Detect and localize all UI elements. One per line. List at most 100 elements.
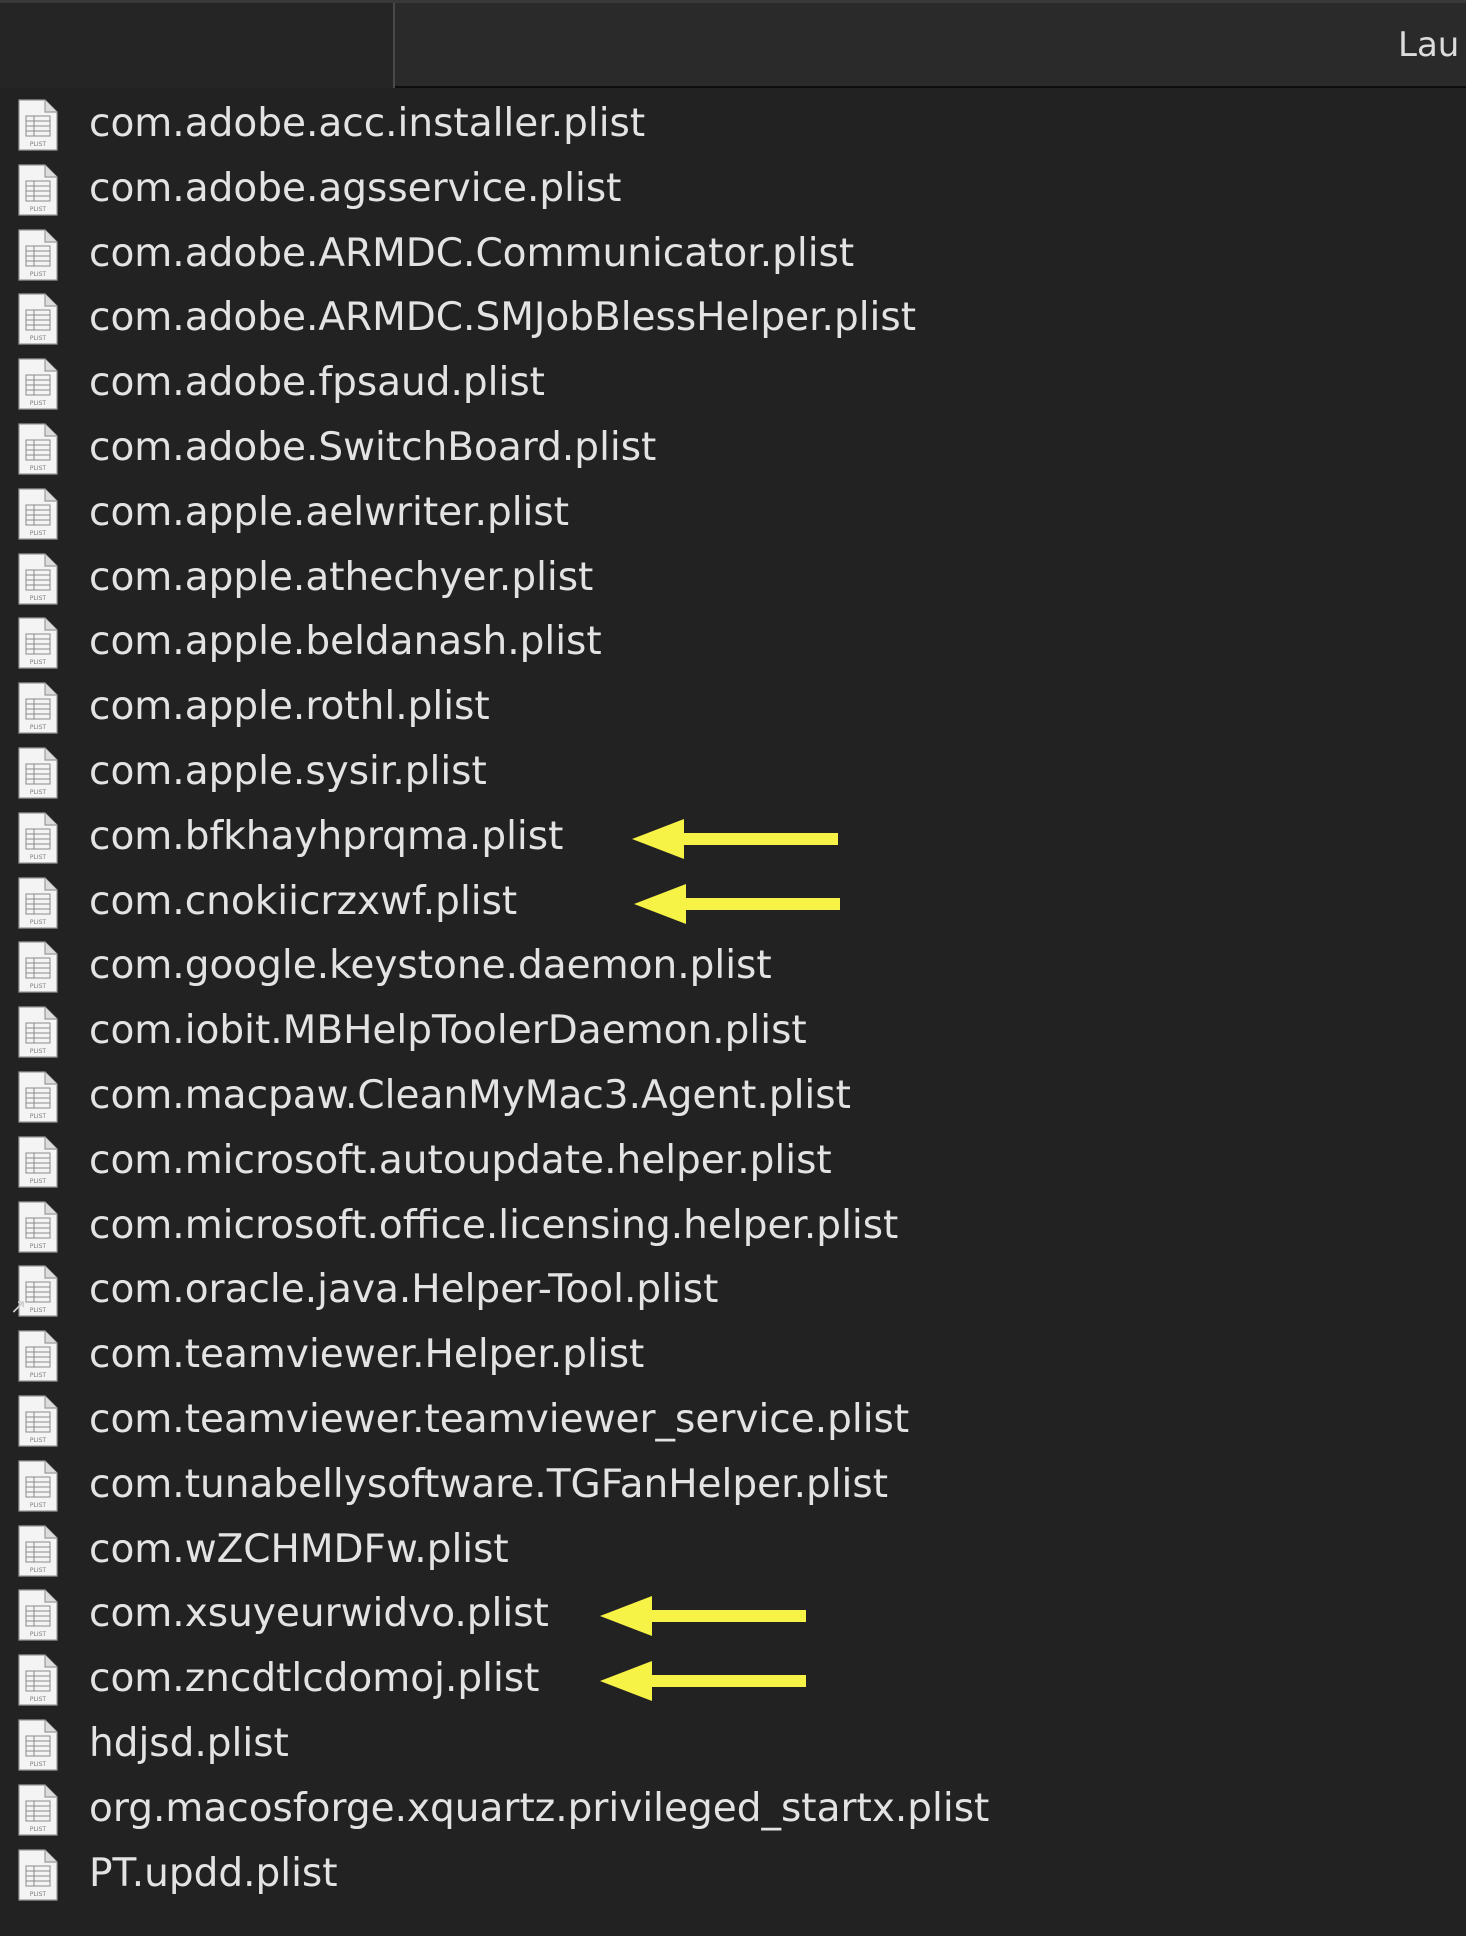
file-row[interactable]: PLIST org.macosforge.xquartz.privileged_… <box>0 1777 1466 1842</box>
file-row[interactable]: PLIST com.apple.rothl.plist <box>0 675 1466 740</box>
file-row[interactable]: PLIST com.xsuyeurwidvo.plist <box>0 1582 1466 1647</box>
file-name: com.adobe.fpsaud.plist <box>89 360 545 406</box>
file-row[interactable]: PLIST com.wZCHMDFw.plist <box>0 1518 1466 1583</box>
alias-arrow-icon: ↗ <box>10 1294 27 1319</box>
svg-text:PLIST: PLIST <box>30 919 47 926</box>
svg-text:PLIST: PLIST <box>30 1696 47 1703</box>
file-row[interactable]: PLIST com.bfkhayhprqma.plist <box>0 805 1466 870</box>
svg-text:PLIST: PLIST <box>30 659 47 666</box>
file-name: com.zncdtlcdomoj.plist <box>89 1656 540 1702</box>
svg-text:PLIST: PLIST <box>30 854 47 861</box>
file-name: com.apple.athechyer.plist <box>89 554 594 600</box>
plist-file-icon: PLIST <box>17 617 59 669</box>
window-title: Lau <box>1398 25 1460 65</box>
plist-file-icon: PLIST <box>17 1460 59 1512</box>
file-row[interactable]: PLIST com.apple.athechyer.plist <box>0 546 1466 611</box>
plist-file-icon: PLIST <box>17 1719 59 1771</box>
plist-file-icon: PLIST <box>17 228 59 281</box>
plist-file-icon: PLIST <box>17 812 59 864</box>
file-row[interactable]: PLIST com.apple.aelwriter.plist <box>0 481 1466 546</box>
file-name: org.macosforge.xquartz.privileged_startx… <box>89 1785 990 1831</box>
yellow-arrow-annotation <box>600 1661 806 1702</box>
file-row[interactable]: PLIST com.apple.beldanash.plist <box>0 610 1466 675</box>
file-row[interactable]: PLIST PT.updd.plist <box>0 1842 1466 1907</box>
file-row[interactable]: PLIST com.adobe.agsservice.plist <box>0 157 1466 222</box>
file-row[interactable]: PLIST hdjsd.plist <box>0 1712 1466 1777</box>
file-name: com.adobe.agsservice.plist <box>89 165 622 211</box>
file-row[interactable]: PLIST com.macpaw.CleanMyMac3.Agent.plist <box>0 1064 1466 1129</box>
file-row[interactable]: PLIST com.iobit.MBHelpToolerDaemon.plist <box>0 999 1466 1064</box>
svg-text:PLIST: PLIST <box>30 530 47 537</box>
yellow-arrow-annotation <box>634 883 840 924</box>
file-name: com.xsuyeurwidvo.plist <box>89 1591 549 1637</box>
file-list: PLIST com.adobe.acc.installer.plist PLIS… <box>0 92 1466 1906</box>
plist-file-icon: PLIST <box>17 1200 59 1253</box>
file-row[interactable]: PLIST com.teamviewer.Helper.plist <box>0 1323 1466 1388</box>
plist-file-icon: PLIST <box>17 1654 59 1706</box>
svg-text:PLIST: PLIST <box>30 206 47 213</box>
yellow-arrow-annotation <box>632 818 838 859</box>
plist-file-icon: PLIST <box>17 1589 59 1641</box>
sidebar-header-pane <box>0 3 395 88</box>
file-name: com.adobe.ARMDC.SMJobBlessHelper.plist <box>89 295 916 341</box>
file-row[interactable]: PLIST com.adobe.ARMDC.Communicator.plist <box>0 222 1466 287</box>
file-row[interactable]: PLIST com.teamviewer.teamviewer_service.… <box>0 1388 1466 1453</box>
svg-text:PLIST: PLIST <box>30 1826 47 1833</box>
svg-text:PLIST: PLIST <box>30 1761 47 1768</box>
plist-file-icon: PLIST <box>17 1524 59 1577</box>
file-name: com.microsoft.office.licensing.helper.pl… <box>89 1202 899 1248</box>
file-row[interactable]: PLIST com.adobe.SwitchBoard.plist <box>0 416 1466 481</box>
plist-file-icon: PLIST <box>17 1330 59 1382</box>
plist-file-icon: PLIST <box>17 1006 59 1058</box>
svg-text:PLIST: PLIST <box>30 1891 47 1898</box>
file-name: com.macpaw.CleanMyMac3.Agent.plist <box>89 1072 851 1118</box>
svg-text:PLIST: PLIST <box>30 1307 47 1314</box>
file-row[interactable]: PLIST com.microsoft.autoupdate.helper.pl… <box>0 1129 1466 1194</box>
svg-text:PLIST: PLIST <box>30 595 47 602</box>
plist-file-icon: PLIST <box>17 1784 59 1836</box>
plist-file-icon: PLIST <box>17 747 59 799</box>
file-name: com.apple.beldanash.plist <box>89 619 602 665</box>
plist-file-icon: PLIST <box>17 358 59 410</box>
file-row[interactable]: PLIST com.adobe.acc.installer.plist <box>0 92 1466 157</box>
plist-file-icon: PLIST <box>17 164 59 216</box>
svg-text:PLIST: PLIST <box>30 1113 47 1120</box>
file-name: com.adobe.acc.installer.plist <box>89 101 646 146</box>
plist-file-icon: PLIST <box>17 1848 59 1901</box>
plist-file-icon: PLIST <box>17 941 59 993</box>
file-name: com.cnokiicrzxwf.plist <box>89 878 518 924</box>
file-row[interactable]: PLIST com.adobe.ARMDC.SMJobBlessHelper.p… <box>0 286 1466 351</box>
svg-text:PLIST: PLIST <box>30 1178 47 1185</box>
svg-text:PLIST: PLIST <box>30 1631 47 1638</box>
file-name: com.wZCHMDFw.plist <box>89 1526 509 1572</box>
svg-text:PLIST: PLIST <box>30 141 47 148</box>
svg-text:PLIST: PLIST <box>30 1372 47 1379</box>
file-name: com.google.keystone.daemon.plist <box>89 943 772 989</box>
file-row[interactable]: PLIST com.apple.sysir.plist <box>0 740 1466 805</box>
file-name: com.iobit.MBHelpToolerDaemon.plist <box>89 1008 807 1054</box>
file-row[interactable]: PLIST com.tunabellysoftware.TGFanHelper.… <box>0 1453 1466 1518</box>
file-row[interactable]: PLIST com.adobe.fpsaud.plist <box>0 351 1466 416</box>
file-name: com.apple.rothl.plist <box>89 684 490 730</box>
svg-text:PLIST: PLIST <box>30 465 47 472</box>
file-row[interactable]: PLIST ↗ com.oracle.java.Helper-Tool.plist <box>0 1258 1466 1323</box>
file-row[interactable]: PLIST com.google.keystone.daemon.plist <box>0 934 1466 999</box>
file-row[interactable]: PLIST com.zncdtlcdomoj.plist <box>0 1647 1466 1712</box>
plist-file-icon: PLIST <box>17 293 59 345</box>
svg-text:PLIST: PLIST <box>30 335 47 342</box>
plist-file-icon: PLIST <box>17 1071 59 1123</box>
file-row[interactable]: PLIST com.microsoft.office.licensing.hel… <box>0 1194 1466 1259</box>
file-name: com.bfkhayhprqma.plist <box>89 813 564 859</box>
plist-file-icon: PLIST <box>17 552 59 605</box>
file-name: com.tunabellysoftware.TGFanHelper.plist <box>89 1461 889 1507</box>
svg-text:PLIST: PLIST <box>30 1437 47 1444</box>
file-row[interactable]: PLIST com.cnokiicrzxwf.plist <box>0 870 1466 935</box>
svg-text:PLIST: PLIST <box>30 271 47 278</box>
svg-text:PLIST: PLIST <box>30 789 47 796</box>
plist-file-icon: PLIST <box>17 1136 59 1188</box>
plist-file-icon: PLIST <box>17 876 59 929</box>
finder-header: Lau <box>0 0 1466 88</box>
svg-text:PLIST: PLIST <box>30 1243 47 1250</box>
file-name: com.adobe.SwitchBoard.plist <box>89 424 657 470</box>
plist-file-icon: PLIST <box>17 488 59 540</box>
